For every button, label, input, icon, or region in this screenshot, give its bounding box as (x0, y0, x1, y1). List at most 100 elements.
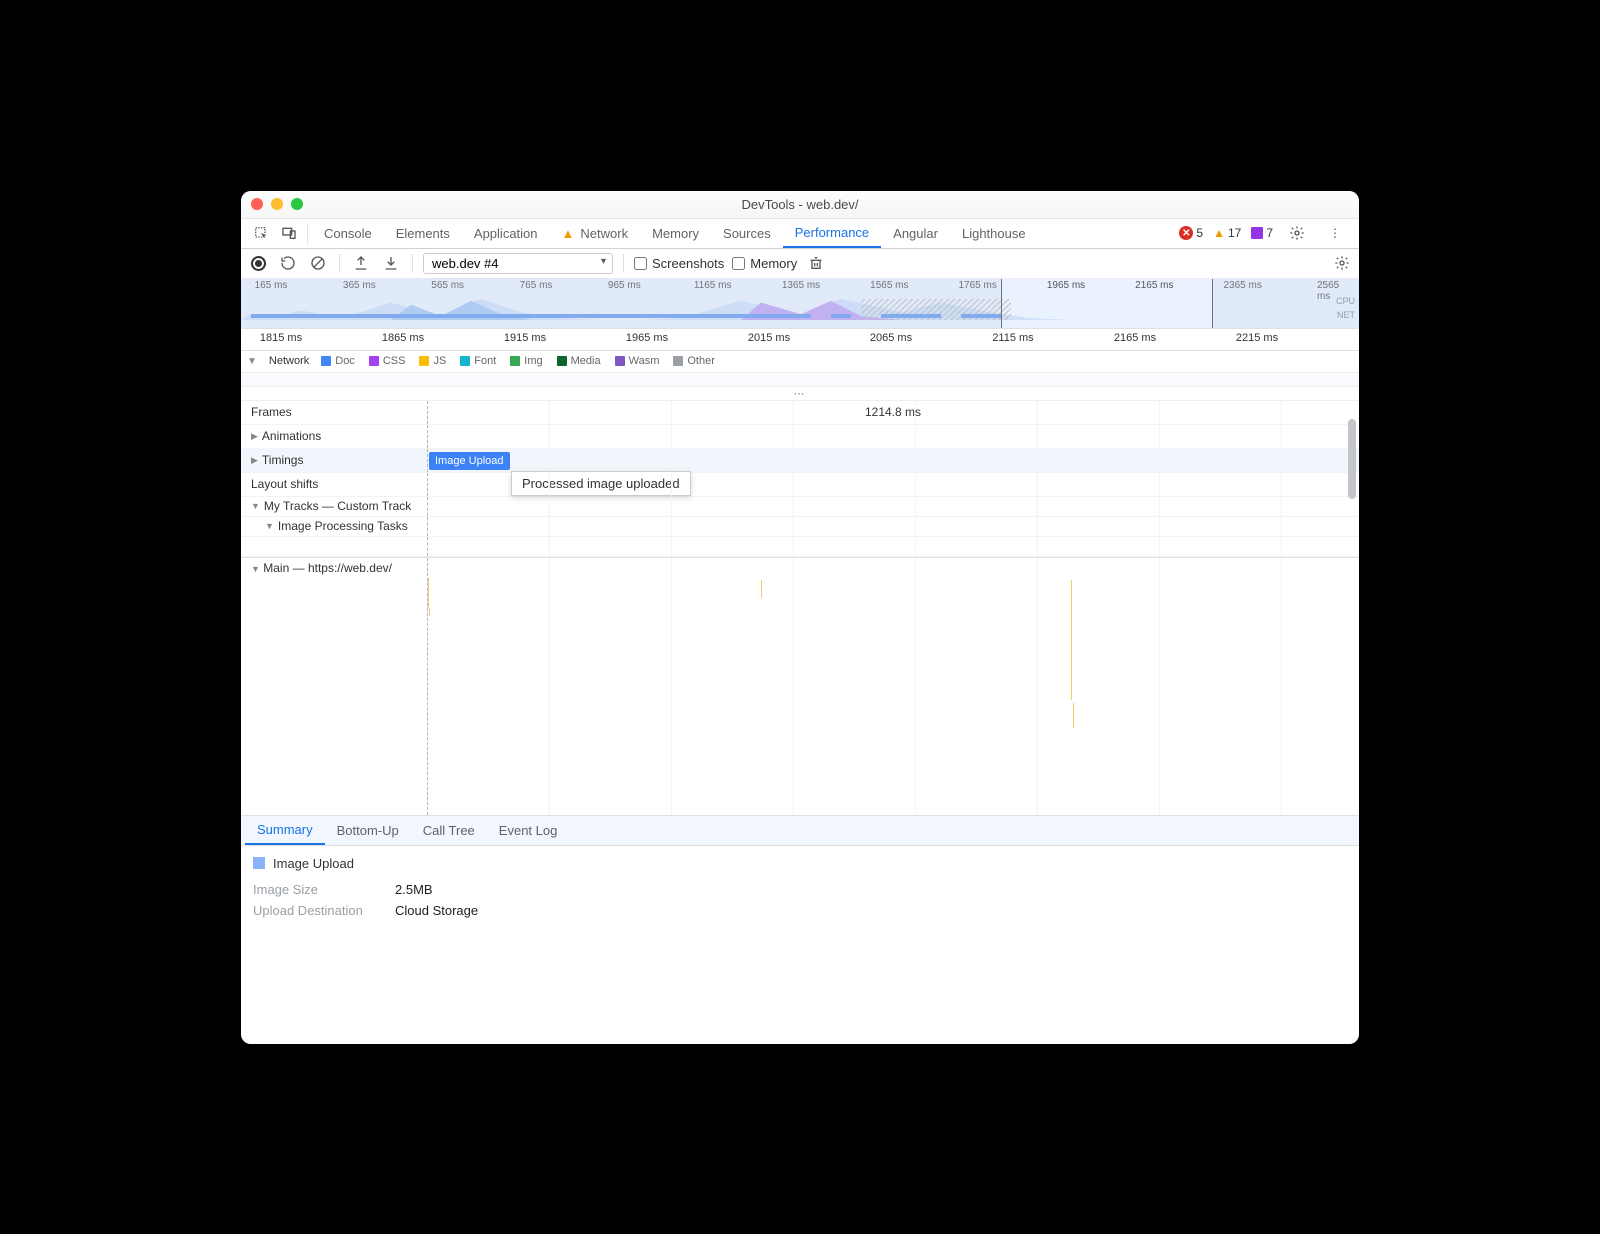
swatch-label: Doc (335, 355, 355, 367)
tab-angular[interactable]: Angular (881, 219, 950, 248)
legend-img[interactable]: Img (510, 355, 542, 367)
traffic-lights (251, 198, 303, 210)
tab-sources[interactable]: Sources (711, 219, 783, 248)
ruler-tick: 1915 ms (504, 332, 546, 344)
inspect-icon[interactable] (247, 219, 275, 248)
ruler-tick: 2015 ms (748, 332, 790, 344)
window-title: DevTools - web.dev/ (741, 197, 858, 212)
tab-label: Console (324, 226, 372, 241)
layout-label: Layout shifts (251, 477, 318, 491)
warning-counter[interactable]: ▲17 (1213, 226, 1241, 240)
swatch-icon (510, 356, 520, 366)
scrollbar-thumb[interactable] (1348, 419, 1356, 499)
tab-console[interactable]: Console (312, 219, 384, 248)
detail-tab-event-log[interactable]: Event Log (487, 816, 570, 845)
chevron-right-icon[interactable]: ▶ (251, 455, 258, 466)
screenshots-checkbox[interactable]: Screenshots (634, 256, 724, 271)
minimize-icon[interactable] (271, 198, 283, 210)
profile-selector-wrap: web.dev #4 (423, 253, 613, 274)
titlebar: DevTools - web.dev/ (241, 191, 1359, 219)
task-sliver[interactable] (761, 580, 762, 598)
tab-application[interactable]: Application (462, 219, 550, 248)
legend-js[interactable]: JS (419, 355, 446, 367)
chevron-down-icon[interactable]: ▼ (251, 501, 260, 511)
legend-doc[interactable]: Doc (321, 355, 355, 367)
frames-label: Frames (251, 405, 292, 419)
main-thread-block[interactable]: ▼ Main — https://web.dev/ (241, 558, 1359, 816)
overview-shade-left (241, 279, 1001, 328)
detail-tab-summary[interactable]: Summary (245, 816, 325, 845)
tab-memory[interactable]: Memory (640, 219, 711, 248)
chevron-down-icon[interactable]: ▼ (265, 521, 274, 531)
track-animations[interactable]: ▶Animations (241, 425, 1359, 449)
download-icon[interactable] (380, 252, 402, 274)
tab-network[interactable]: ▲Network (550, 219, 641, 248)
legend-font[interactable]: Font (460, 355, 496, 367)
close-icon[interactable] (251, 198, 263, 210)
overview-selection[interactable] (1001, 279, 1213, 328)
ruler-tick: 2165 ms (1114, 332, 1156, 344)
chevron-right-icon[interactable]: ▶ (251, 431, 258, 442)
issues-counter[interactable]: 7 (1251, 226, 1273, 240)
task-sliver[interactable] (1071, 580, 1072, 700)
ruler-tick: 2115 ms (992, 332, 1033, 344)
settings-icon[interactable] (1283, 225, 1311, 241)
memory-checkbox[interactable]: Memory (732, 256, 797, 271)
device-toggle-icon[interactable] (275, 219, 303, 248)
detail-ruler[interactable]: 1815 ms1865 ms1915 ms1965 ms2015 ms2065 … (241, 329, 1359, 351)
memory-label: Memory (750, 256, 797, 271)
track-custom-group[interactable]: ▼ My Tracks — Custom Track (241, 497, 1359, 517)
timing-event-pill[interactable]: Image Upload (429, 452, 510, 470)
panel-settings-icon[interactable] (1331, 252, 1353, 274)
tracks: Frames 1214.8 ms ▶Animations ▶ Timings Im… (241, 401, 1359, 558)
warning-count: 17 (1228, 226, 1241, 240)
ruler-tick: 1815 ms (260, 332, 302, 344)
detail-tabs: SummaryBottom-UpCall TreeEvent Log (241, 816, 1359, 846)
more-icon[interactable]: ⋮ (1321, 226, 1349, 240)
summary-row: Image Size2.5MB (253, 879, 1347, 900)
ruler-tick: 2065 ms (870, 332, 912, 344)
maximize-icon[interactable] (291, 198, 303, 210)
tab-performance[interactable]: Performance (783, 219, 881, 248)
memory-input[interactable] (732, 257, 745, 270)
legend-css[interactable]: CSS (369, 355, 406, 367)
track-timings[interactable]: ▶Timings Image Upload Processed image up… (241, 449, 1359, 473)
overview-timeline[interactable]: 165 ms365 ms565 ms765 ms965 ms1165 ms136… (241, 279, 1359, 329)
network-expand-icon[interactable]: ▼ (247, 356, 257, 367)
track-layout-shifts[interactable]: Layout shifts (241, 473, 1359, 497)
error-counter[interactable]: ✕5 (1179, 226, 1203, 240)
profile-selector[interactable]: web.dev #4 (423, 253, 613, 274)
devtools-window: DevTools - web.dev/ Console ElementsAppli… (241, 191, 1359, 1044)
summary-panel: Image Upload Image Size2.5MBUpload Desti… (241, 846, 1359, 1044)
tab-elements[interactable]: Elements (384, 219, 462, 248)
swatch-icon (615, 356, 625, 366)
collapsed-row[interactable]: ⋯ (241, 387, 1359, 401)
ruler-tick: 1865 ms (382, 332, 424, 344)
task-sliver[interactable] (428, 578, 429, 608)
legend-media[interactable]: Media (557, 355, 601, 367)
track-custom-sub[interactable]: ▼Image Processing Tasks (241, 517, 1359, 537)
reload-record-button[interactable] (277, 252, 299, 274)
divider (623, 254, 624, 272)
custom-group-label: My Tracks — Custom Track (264, 499, 411, 513)
legend-items: Doc CSS JS Font Img Media Wasm Other (321, 355, 715, 367)
swatch-label: Wasm (629, 355, 660, 367)
tab-label: Memory (652, 226, 699, 241)
screenshots-input[interactable] (634, 257, 647, 270)
divider (412, 254, 413, 272)
detail-tab-call-tree[interactable]: Call Tree (411, 816, 487, 845)
garbage-collect-icon[interactable] (805, 252, 827, 274)
legend-wasm[interactable]: Wasm (615, 355, 660, 367)
clear-button[interactable] (307, 252, 329, 274)
tab-lighthouse[interactable]: Lighthouse (950, 219, 1038, 248)
task-sliver[interactable] (429, 608, 430, 616)
ruler-tick: 2215 ms (1236, 332, 1278, 344)
legend-other[interactable]: Other (673, 355, 715, 367)
upload-icon[interactable] (350, 252, 372, 274)
track-frames[interactable]: Frames 1214.8 ms (241, 401, 1359, 425)
record-button[interactable] (247, 252, 269, 274)
screenshots-label: Screenshots (652, 256, 724, 271)
timings-label: Timings (262, 453, 304, 467)
task-sliver[interactable] (1073, 703, 1074, 728)
detail-tab-bottom-up[interactable]: Bottom-Up (325, 816, 411, 845)
